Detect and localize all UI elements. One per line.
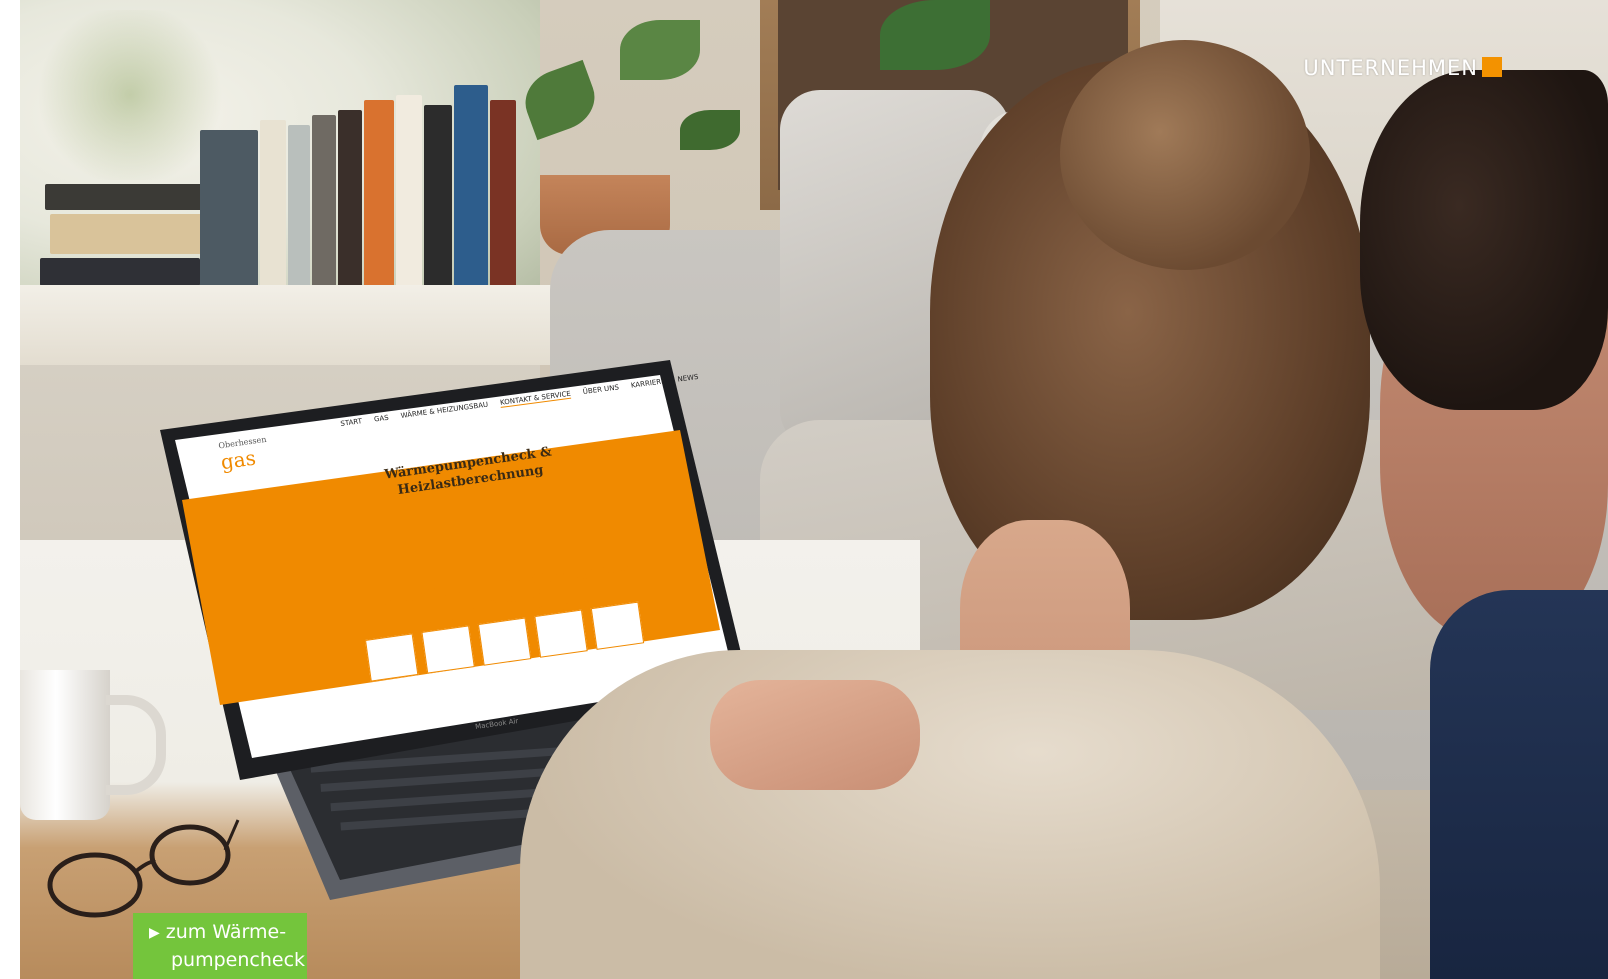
option-card	[591, 601, 645, 650]
cta-label-line2: pumpencheck	[171, 949, 306, 971]
coffee-mug	[20, 670, 110, 820]
book-stack	[40, 60, 540, 300]
woman-sweater	[520, 650, 1380, 979]
option-card	[421, 625, 475, 674]
option-card	[478, 617, 532, 666]
option-card	[365, 633, 419, 682]
woman-hair-bun	[1060, 40, 1310, 270]
mug-handle	[106, 695, 166, 795]
window-sill	[20, 285, 620, 365]
laptop-logo-main: gas	[219, 445, 258, 475]
man-hoodie	[1430, 590, 1608, 979]
man-hair	[1360, 70, 1608, 410]
section-marker-square	[1482, 57, 1502, 77]
laptop-logo: Oberhessen gas	[218, 435, 270, 474]
woman-hand	[710, 680, 920, 790]
eyeglasses	[47, 819, 240, 918]
cta-label-line1: zum Wärme-	[165, 921, 287, 943]
left-page-margin	[0, 0, 20, 979]
lifestyle-photo: Oberhessen gas START GAS WÄRME & HEIZUNG…	[20, 0, 1608, 979]
heat-pump-check-button[interactable]: ▶ zum Wärme- pumpencheck	[133, 913, 307, 979]
option-card	[534, 609, 588, 658]
play-triangle-icon: ▶	[149, 925, 160, 941]
section-label: UNTERNEHMEN	[1303, 56, 1478, 80]
